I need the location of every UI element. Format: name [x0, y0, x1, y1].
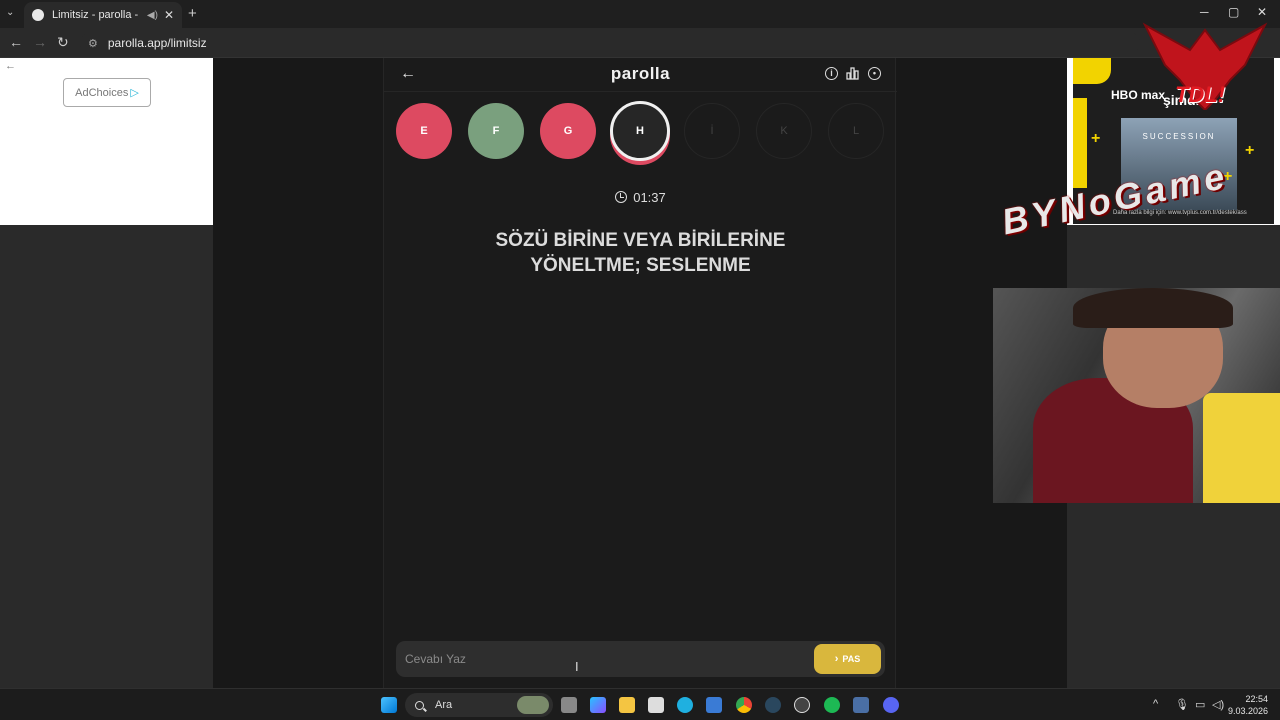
left-ad-banner[interactable]: ← AdChoices ▷: [0, 58, 213, 225]
microphone-icon[interactable]: 🎙: [1175, 698, 1189, 711]
taskbar-search-label: Ara: [435, 699, 453, 711]
site-info-icon[interactable]: ⚙: [88, 37, 98, 50]
start-button-icon[interactable]: [381, 697, 397, 713]
address-bar-row: ← → ↻ ⚙ parolla.app/limitsiz: [0, 28, 1280, 58]
info-icon[interactable]: i: [825, 67, 838, 80]
adchoices-label: AdChoices: [75, 86, 129, 99]
minimize-button[interactable]: ─: [1200, 5, 1209, 19]
pass-label: PAS: [842, 654, 861, 664]
browser-tab-active[interactable]: Limitsiz - parolla - Kelime o ◀) ✕: [24, 2, 182, 28]
network-icon[interactable]: ▭: [1195, 698, 1205, 711]
webcam-flag: [1203, 393, 1280, 503]
letter-circle-g: G: [540, 103, 596, 159]
taskbar-time: 22:54: [1245, 694, 1268, 704]
discord-icon[interactable]: [883, 697, 899, 713]
game-header: ← parolla i •: [384, 58, 897, 92]
game-container: ← parolla i • E F G H İ K L 01:37 SÖZÜ B…: [383, 58, 897, 688]
tab-list-button[interactable]: ⌄: [6, 7, 14, 18]
letter-circle-h-current: H: [610, 101, 670, 161]
forward-button[interactable]: →: [33, 34, 47, 50]
steam-icon[interactable]: [765, 697, 781, 713]
webcam-feed: [993, 288, 1280, 503]
search-icon: [415, 700, 424, 710]
windows-taskbar: Ara ^ 🎙 ▭ ◁) 22:54 9.03.2026: [0, 688, 1280, 720]
maximize-button[interactable]: ▢: [1228, 5, 1239, 19]
task-view-icon[interactable]: [561, 697, 577, 713]
app-icon[interactable]: [794, 697, 810, 713]
adchoices-button[interactable]: AdChoices ▷: [63, 78, 151, 107]
mail-icon[interactable]: [706, 697, 722, 713]
chevron-right-icon: ›: [834, 653, 839, 665]
question-line-1: SÖZÜ BİRİNE VEYA BİRİLERİNE: [495, 230, 786, 251]
question-text: SÖZÜ BİRİNE VEYA BİRİLERİNE YÖNELTME; SE…: [424, 228, 857, 278]
browser-tab-bar: ⌄ Limitsiz - parolla - Kelime o ◀) ✕ + ─…: [0, 0, 1280, 28]
new-tab-button[interactable]: +: [188, 5, 197, 22]
taskbar-clock[interactable]: 22:54 9.03.2026: [1228, 693, 1268, 717]
m365-icon[interactable]: [590, 697, 606, 713]
network-app-icon[interactable]: [853, 697, 869, 713]
edge-icon[interactable]: [677, 697, 693, 713]
file-explorer-icon[interactable]: [619, 697, 635, 713]
volume-icon[interactable]: ◁): [1212, 698, 1224, 711]
clock-icon: [615, 191, 628, 203]
store-icon[interactable]: [648, 697, 664, 713]
stats-icon[interactable]: [846, 67, 859, 80]
letter-circle-k: K: [756, 103, 812, 159]
ad-back-icon[interactable]: ←: [5, 60, 16, 72]
letter-circle-l: L: [828, 103, 884, 159]
ad-decor-2: [1073, 98, 1087, 188]
taskbar-search[interactable]: Ara: [405, 693, 553, 717]
answer-bar: › PAS: [396, 641, 885, 677]
url-text: parolla.app/limitsiz: [107, 36, 207, 50]
tdl-logo-text: TDL!: [1175, 82, 1226, 107]
webcam-person-hair: [1073, 288, 1233, 328]
timer-value: 01:37: [633, 190, 666, 205]
taskbar-date: 9.03.2026: [1227, 706, 1268, 716]
close-window-button[interactable]: ✕: [1257, 5, 1267, 19]
plus-icon: +: [1091, 130, 1101, 147]
ad-decor: [1073, 58, 1111, 84]
profile-icon[interactable]: •: [868, 67, 881, 80]
url-field[interactable]: ⚙ parolla.app/limitsiz: [80, 32, 1140, 54]
tray-chevron-icon[interactable]: ^: [1153, 698, 1158, 710]
tab-close-icon[interactable]: ✕: [164, 8, 174, 22]
game-logo[interactable]: parolla: [384, 64, 897, 84]
answer-input[interactable]: [396, 641, 806, 677]
tab-title: Limitsiz - parolla - Kelime o: [52, 9, 141, 21]
spotify-icon[interactable]: [824, 697, 840, 713]
adchoices-icon: ▷: [130, 87, 139, 99]
question-line-2: YÖNELTME; SESLENME: [530, 255, 751, 276]
plus-icon: +: [1245, 142, 1255, 159]
text-cursor-icon: I: [575, 659, 579, 674]
pass-button[interactable]: › PAS: [814, 644, 881, 674]
favicon-icon: [32, 9, 44, 21]
reload-button[interactable]: ↻: [57, 34, 69, 51]
search-highlight-image: [517, 696, 549, 714]
left-empty-panel: [0, 225, 213, 688]
letter-circle-f: F: [468, 103, 524, 159]
tab-audio-icon[interactable]: ◀): [147, 10, 158, 21]
timer: 01:37: [384, 190, 897, 205]
chrome-icon[interactable]: [736, 697, 752, 713]
back-button[interactable]: ←: [9, 34, 23, 50]
poster-title: SUCCESSION: [1142, 132, 1216, 141]
letter-circle-i: İ: [684, 103, 740, 159]
letter-circle-e: E: [396, 103, 452, 159]
